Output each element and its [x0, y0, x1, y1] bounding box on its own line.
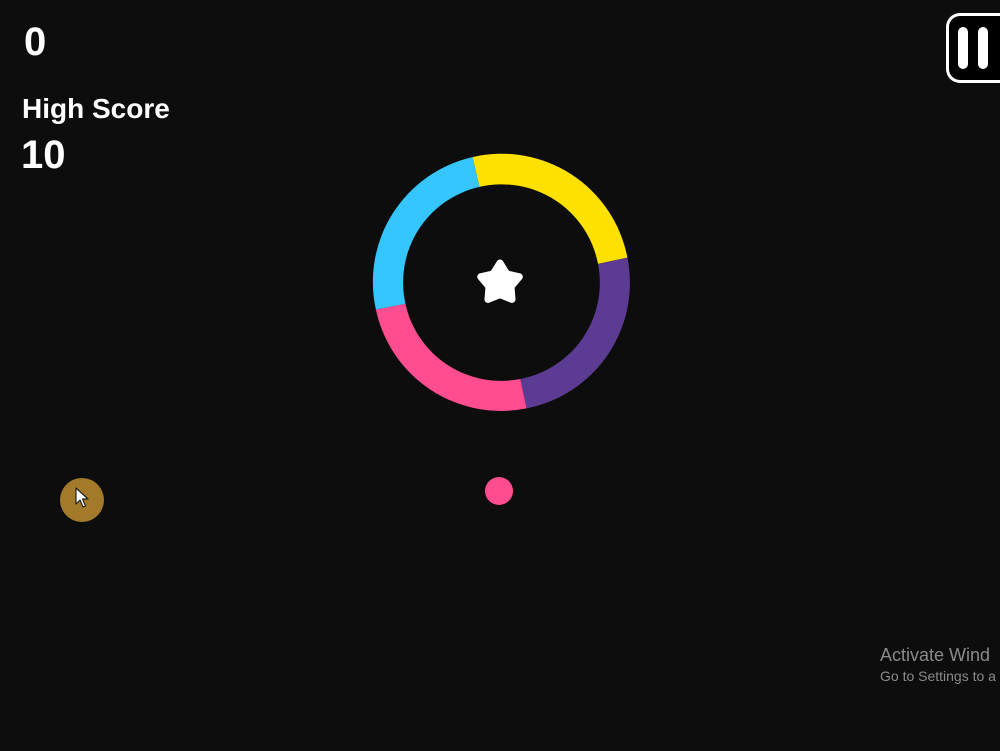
- player-ball: [485, 477, 513, 505]
- ring-segment-pink: [375, 303, 527, 411]
- activate-windows-watermark: Activate Wind Go to Settings to a: [880, 644, 996, 686]
- mouse-pointer-icon: [75, 487, 89, 508]
- game-canvas[interactable]: [0, 0, 1000, 751]
- cursor-highlight: [60, 478, 104, 522]
- activate-windows-subtitle: Go to Settings to a: [880, 668, 996, 684]
- ring-segment-purple: [520, 257, 630, 409]
- ring-segment-yellow: [472, 153, 628, 264]
- activate-windows-title: Activate Wind: [880, 645, 991, 665]
- ring-segment-cyan: [372, 157, 480, 310]
- star-icon: [477, 259, 523, 303]
